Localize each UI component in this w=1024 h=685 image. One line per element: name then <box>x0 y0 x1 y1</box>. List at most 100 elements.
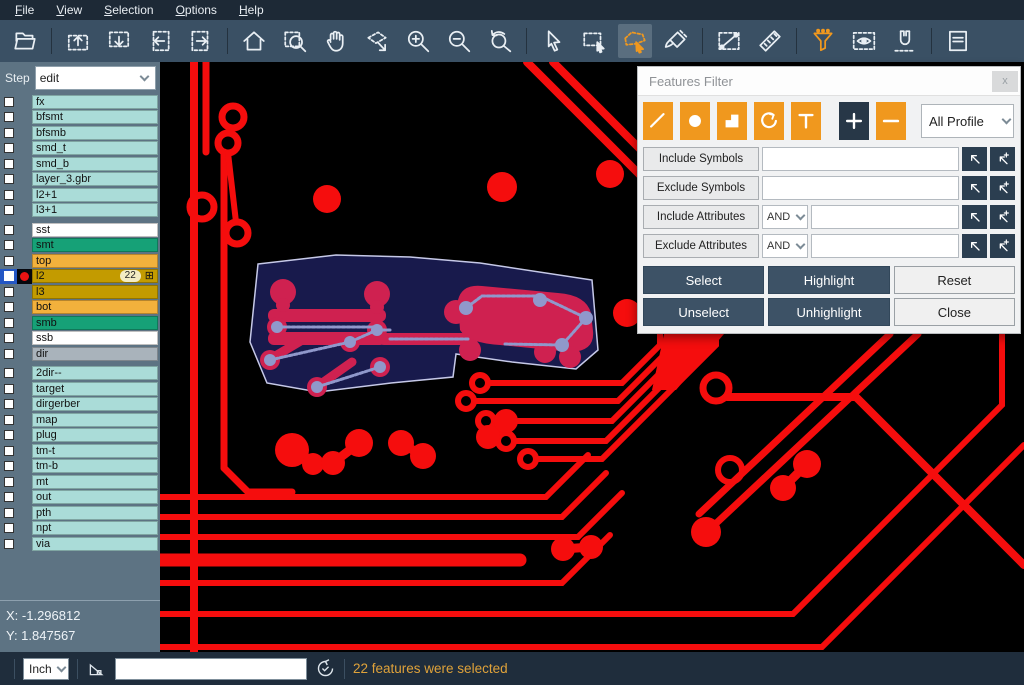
layer-row-bot[interactable]: bot <box>0 300 160 316</box>
layer-row-bfsmt[interactable]: bfsmt <box>0 110 160 126</box>
layer-checkbox[interactable] <box>0 141 17 157</box>
layer-active-indicator[interactable] <box>17 203 32 219</box>
select-arrow-icon[interactable] <box>536 24 570 58</box>
close-button[interactable]: Close <box>894 298 1015 326</box>
layer-row-l3+1[interactable]: l3+1 <box>0 203 160 219</box>
layer-checkbox[interactable] <box>0 172 17 188</box>
layer-row-smd_b[interactable]: smd_b <box>0 156 160 172</box>
layer-checkbox[interactable] <box>0 346 17 362</box>
layer-active-indicator[interactable] <box>17 331 32 347</box>
layer-checkbox[interactable] <box>0 156 17 172</box>
layer-name-bar[interactable]: layer_3.gbr <box>32 172 158 186</box>
layer-name-bar[interactable]: dirgerber <box>32 397 158 411</box>
layer-checkbox[interactable] <box>0 222 17 238</box>
layer-checkbox[interactable] <box>0 397 17 413</box>
layer-name-bar[interactable]: target <box>32 382 158 396</box>
layer-active-indicator[interactable] <box>17 397 32 413</box>
layer-checkbox[interactable] <box>0 490 17 506</box>
reset-button[interactable]: Reset <box>894 266 1015 294</box>
layer-name-bar[interactable]: pth <box>32 506 158 520</box>
layer-row-2dir--[interactable]: 2dir-- <box>0 366 160 382</box>
layer-active-indicator[interactable] <box>17 269 32 285</box>
layer-active-indicator[interactable] <box>17 459 32 475</box>
layer-row-ssb[interactable]: ssb <box>0 331 160 347</box>
arc-tool-icon[interactable] <box>754 102 784 140</box>
layer-active-indicator[interactable] <box>17 428 32 444</box>
layer-name-bar[interactable]: l222⊞ <box>32 269 158 283</box>
layer-name-bar[interactable]: smd_t <box>32 141 158 155</box>
pick-from-canvas-icon[interactable] <box>962 205 987 229</box>
layer-name-bar[interactable]: sst <box>32 223 158 237</box>
layer-checkbox[interactable] <box>0 505 17 521</box>
exclude-attributes-field[interactable] <box>811 234 959 258</box>
layer-row-mt[interactable]: mt <box>0 474 160 490</box>
unselect-button[interactable]: Unselect <box>643 298 764 326</box>
exclude-symbols-button[interactable]: Exclude Symbols <box>643 176 759 200</box>
layer-checkbox[interactable] <box>0 428 17 444</box>
layer-active-indicator[interactable] <box>17 187 32 203</box>
dialog-titlebar[interactable]: Features Filter x <box>638 67 1020 96</box>
layer-active-indicator[interactable] <box>17 284 32 300</box>
layer-active-indicator[interactable] <box>17 253 32 269</box>
layer-active-indicator[interactable] <box>17 521 32 537</box>
layer-active-indicator[interactable] <box>17 366 32 382</box>
include-attributes-button[interactable]: Include Attributes <box>643 205 759 229</box>
layer-checkbox[interactable] <box>0 412 17 428</box>
surface-tool-icon[interactable] <box>717 102 747 140</box>
layer-active-indicator[interactable] <box>17 412 32 428</box>
layer-row-top[interactable]: top <box>0 253 160 269</box>
layer-name-bar[interactable]: 2dir-- <box>32 366 158 380</box>
step-select[interactable]: edit <box>35 66 156 90</box>
layer-name-bar[interactable]: l2+1 <box>32 188 158 202</box>
layer-active-indicator[interactable] <box>17 536 32 552</box>
layer-name-bar[interactable]: smb <box>32 316 158 330</box>
layer-name-bar[interactable]: tm-b <box>32 459 158 473</box>
layer-active-indicator[interactable] <box>17 505 32 521</box>
layer-checkbox[interactable] <box>0 331 17 347</box>
layer-name-bar[interactable]: plug <box>32 428 158 442</box>
layer-checkbox[interactable] <box>0 381 17 397</box>
layer-name-bar[interactable]: smt <box>32 238 158 252</box>
ruler-icon[interactable] <box>753 24 787 58</box>
pad-tool-icon[interactable] <box>680 102 710 140</box>
layer-active-indicator[interactable] <box>17 156 32 172</box>
layer-checkbox[interactable] <box>0 474 17 490</box>
pan-hand-icon[interactable] <box>319 24 353 58</box>
zoom-window-icon[interactable] <box>278 24 312 58</box>
filter-icon[interactable] <box>806 24 840 58</box>
menu-selection[interactable]: Selection <box>93 1 164 19</box>
open-folder-icon[interactable] <box>8 24 42 58</box>
layer-row-dirgerber[interactable]: dirgerber <box>0 397 160 413</box>
measure-line-icon[interactable] <box>712 24 746 58</box>
line-tool-icon[interactable] <box>643 102 673 140</box>
zoom-in-icon[interactable] <box>401 24 435 58</box>
layer-checkbox[interactable] <box>0 443 17 459</box>
layers-panel-icon[interactable] <box>941 24 975 58</box>
poly-select-icon[interactable] <box>618 24 652 58</box>
pick-add-from-canvas-icon[interactable] <box>990 234 1015 258</box>
include-symbols-button[interactable]: Include Symbols <box>643 147 759 171</box>
magnet-icon[interactable] <box>888 24 922 58</box>
and-or-select[interactable]: AND <box>762 205 808 229</box>
unhighlight-button[interactable]: Unhighlight <box>768 298 889 326</box>
layer-row-smd_t[interactable]: smd_t <box>0 141 160 157</box>
layer-name-bar[interactable]: smd_b <box>32 157 158 171</box>
exclude-attributes-button[interactable]: Exclude Attributes <box>643 234 759 258</box>
layer-active-indicator[interactable] <box>17 474 32 490</box>
layer-checkbox[interactable] <box>0 125 17 141</box>
layer-checkbox[interactable] <box>0 110 17 126</box>
layer-active-indicator[interactable] <box>17 346 32 362</box>
pick-from-canvas-icon[interactable] <box>962 147 987 171</box>
zoom-out-icon[interactable] <box>442 24 476 58</box>
include-symbols-field[interactable] <box>762 147 959 171</box>
layer-checkbox[interactable] <box>0 253 17 269</box>
layer-row-tm-b[interactable]: tm-b <box>0 459 160 475</box>
pan-up-icon[interactable] <box>61 24 95 58</box>
select-button[interactable]: Select <box>643 266 764 294</box>
layer-row-smt[interactable]: smt <box>0 238 160 254</box>
menu-options[interactable]: Options <box>165 1 228 19</box>
layer-row-l2[interactable]: l222⊞ <box>0 269 160 285</box>
include-attributes-field[interactable] <box>811 205 959 229</box>
layer-active-indicator[interactable] <box>17 125 32 141</box>
layer-active-indicator[interactable] <box>17 94 32 110</box>
